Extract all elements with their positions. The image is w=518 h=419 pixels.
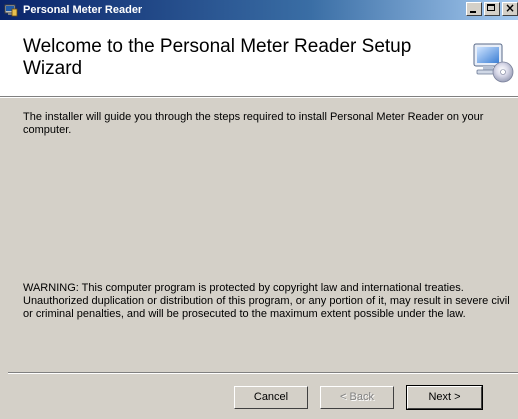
title-bar[interactable]: Personal Meter Reader × (0, 0, 518, 20)
back-button[interactable]: < Back (320, 386, 394, 409)
next-button[interactable]: Next > (406, 385, 483, 410)
window-title: Personal Meter Reader (23, 4, 143, 16)
banner-divider (0, 97, 518, 98)
computer-cd-icon (473, 43, 514, 83)
window-controls: × (464, 2, 518, 16)
intro-text: The installer will guide you through the… (23, 111, 484, 136)
minimize-button[interactable] (466, 2, 482, 16)
wizard-heading: Welcome to the Personal Meter Reader Set… (23, 36, 412, 79)
setup-wizard-window: Personal Meter Reader × Welcome to the P… (0, 0, 518, 419)
copyright-warning: WARNING: This computer program is protec… (23, 282, 510, 320)
footer-divider-highlight (8, 373, 518, 374)
maximize-button[interactable] (484, 2, 500, 16)
close-button[interactable]: × (502, 2, 518, 16)
header-banner: Welcome to the Personal Meter Reader Set… (0, 20, 518, 97)
installer-icon (4, 4, 18, 17)
cancel-button[interactable]: Cancel (234, 386, 308, 409)
